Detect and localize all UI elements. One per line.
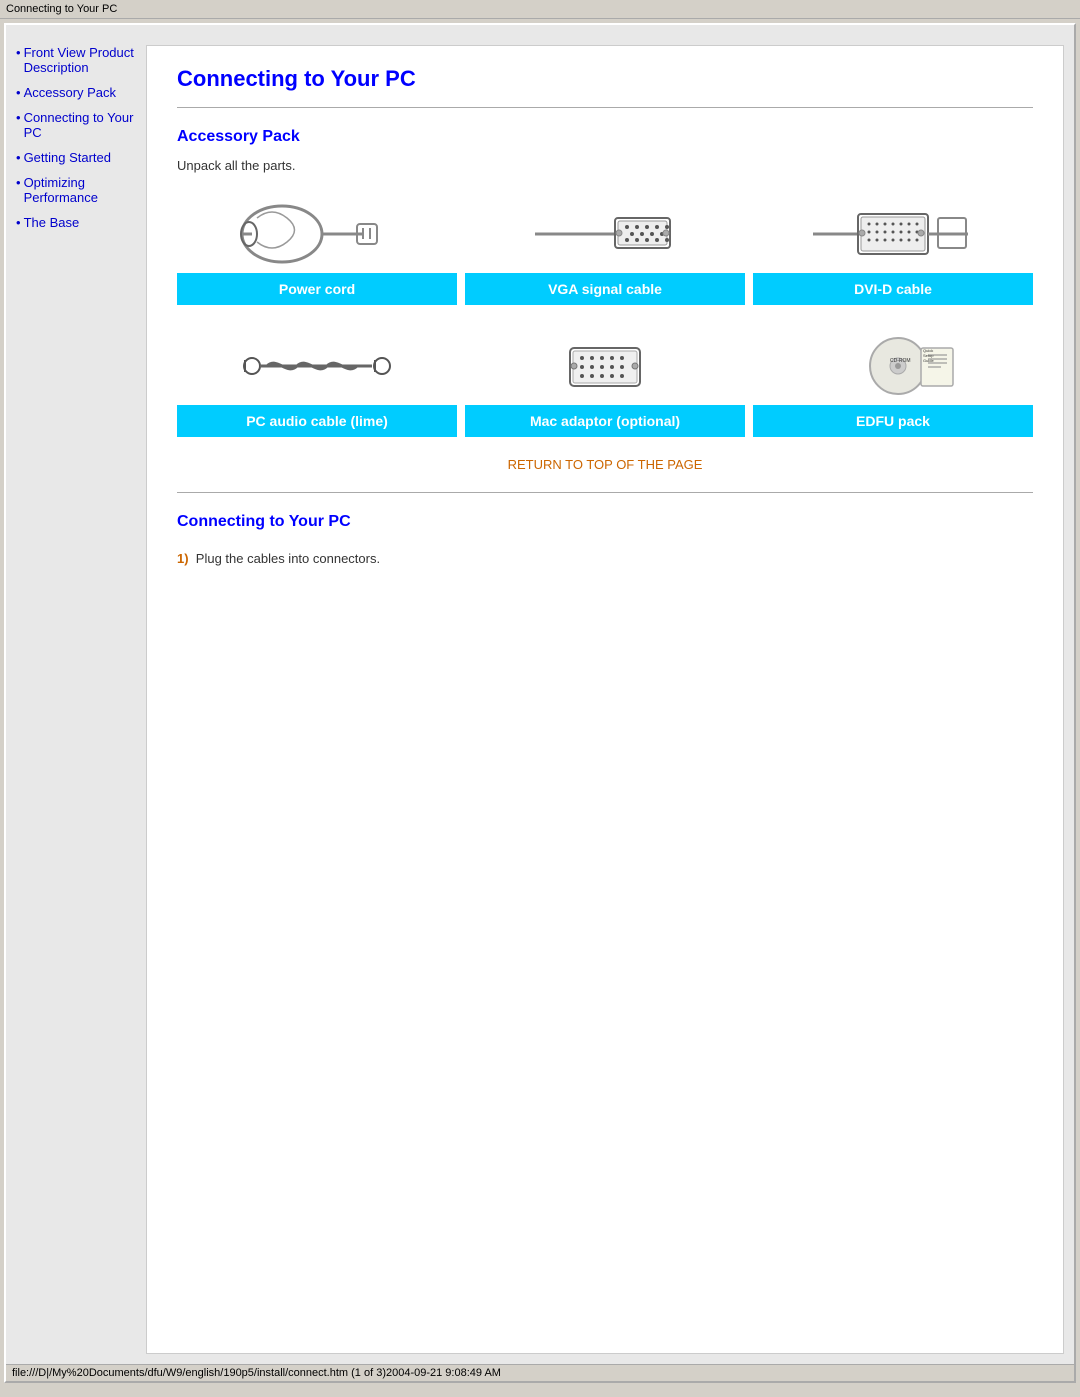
return-link[interactable]: RETURN TO TOP OF THE PAGE <box>508 457 703 472</box>
mac-adaptor-label: Mac adaptor (optional) <box>465 405 745 437</box>
unpack-text: Unpack all the parts. <box>177 158 1033 173</box>
sidebar-item-base[interactable]: • The Base <box>16 215 136 234</box>
sidebar-item-getting-started[interactable]: • Getting Started <box>16 150 136 169</box>
title-bar: Connecting to Your PC <box>0 0 1080 19</box>
bullet-5: • <box>16 175 21 190</box>
sidebar-link-front-view[interactable]: Front View Product Description <box>24 45 136 75</box>
vga-cable-image <box>465 193 745 273</box>
vga-cable-svg <box>515 196 695 271</box>
edfu-pack-image: CD-ROM Quick Setup Guide <box>753 325 1033 405</box>
sidebar-link-performance[interactable]: Optimizing Performance <box>24 175 136 205</box>
sidebar-link-accessory[interactable]: Accessory Pack <box>24 85 116 100</box>
step1-description: Plug the cables into connectors. <box>196 551 380 566</box>
cable-item-power: Power cord <box>177 193 457 305</box>
audio-cable-image <box>177 325 457 405</box>
page-title: Connecting to Your PC <box>177 66 1033 92</box>
svg-text:Guide: Guide <box>923 358 934 363</box>
power-cord-label: Power cord <box>177 273 457 305</box>
sidebar-item-front-view[interactable]: • Front View Product Description <box>16 45 136 79</box>
bullet-1: • <box>16 45 21 60</box>
browser-window: • Front View Product Description • Acces… <box>4 23 1076 1383</box>
status-bar: file:///D|/My%20Documents/dfu/W9/english… <box>6 1364 1074 1381</box>
power-cord-image <box>177 193 457 273</box>
accessory-title: Accessory Pack <box>177 128 1033 146</box>
edfu-pack-svg: CD-ROM Quick Setup Guide <box>803 328 983 403</box>
cable-item-mac: Mac adaptor (optional) <box>465 325 745 437</box>
bottom-divider <box>177 492 1033 493</box>
cable-item-vga: VGA signal cable <box>465 193 745 305</box>
power-cord-svg <box>227 196 407 271</box>
bullet-3: • <box>16 110 21 125</box>
audio-cable-svg <box>227 328 407 403</box>
sidebar-item-performance[interactable]: • Optimizing Performance <box>16 175 136 209</box>
bullet-6: • <box>16 215 21 230</box>
sidebar-link-getting-started[interactable]: Getting Started <box>24 150 111 165</box>
step1-number: 1) <box>177 551 189 566</box>
vga-cable-label: VGA signal cable <box>465 273 745 305</box>
page-content: • Front View Product Description • Acces… <box>6 25 1074 1364</box>
edfu-pack-label: EDFU pack <box>753 405 1033 437</box>
sidebar-link-base[interactable]: The Base <box>24 215 80 230</box>
audio-cable-label: PC audio cable (lime) <box>177 405 457 437</box>
return-to-top: RETURN TO TOP OF THE PAGE <box>177 457 1033 472</box>
main-content: Connecting to Your PC Accessory Pack Unp… <box>146 45 1064 1354</box>
cable-grid-row2: PC audio cable (lime) <box>177 325 1033 437</box>
status-bar-text: file:///D|/My%20Documents/dfu/W9/english… <box>12 1367 501 1379</box>
top-divider <box>177 107 1033 108</box>
sidebar-item-accessory[interactable]: • Accessory Pack <box>16 85 136 104</box>
dvi-cable-image <box>753 193 1033 273</box>
sidebar-item-connecting[interactable]: • Connecting to Your PC <box>16 110 136 144</box>
title-bar-text: Connecting to Your PC <box>6 3 117 15</box>
bullet-4: • <box>16 150 21 165</box>
bullet-2: • <box>16 85 21 100</box>
mac-adaptor-svg <box>515 328 695 403</box>
svg-text:CD-ROM: CD-ROM <box>890 358 911 364</box>
cable-item-dvi: DVI-D cable <box>753 193 1033 305</box>
dvi-cable-svg <box>803 196 983 271</box>
cable-grid-row1: Power cord <box>177 193 1033 305</box>
connecting-section-title: Connecting to Your PC <box>177 513 1033 531</box>
cable-item-edfu: CD-ROM Quick Setup Guide EDFU pack <box>753 325 1033 437</box>
sidebar: • Front View Product Description • Acces… <box>16 45 146 1354</box>
sidebar-link-connecting[interactable]: Connecting to Your PC <box>24 110 136 140</box>
step1-text: 1) Plug the cables into connectors. <box>177 551 1033 566</box>
dvi-cable-label: DVI-D cable <box>753 273 1033 305</box>
mac-adaptor-image <box>465 325 745 405</box>
cable-item-audio: PC audio cable (lime) <box>177 325 457 437</box>
